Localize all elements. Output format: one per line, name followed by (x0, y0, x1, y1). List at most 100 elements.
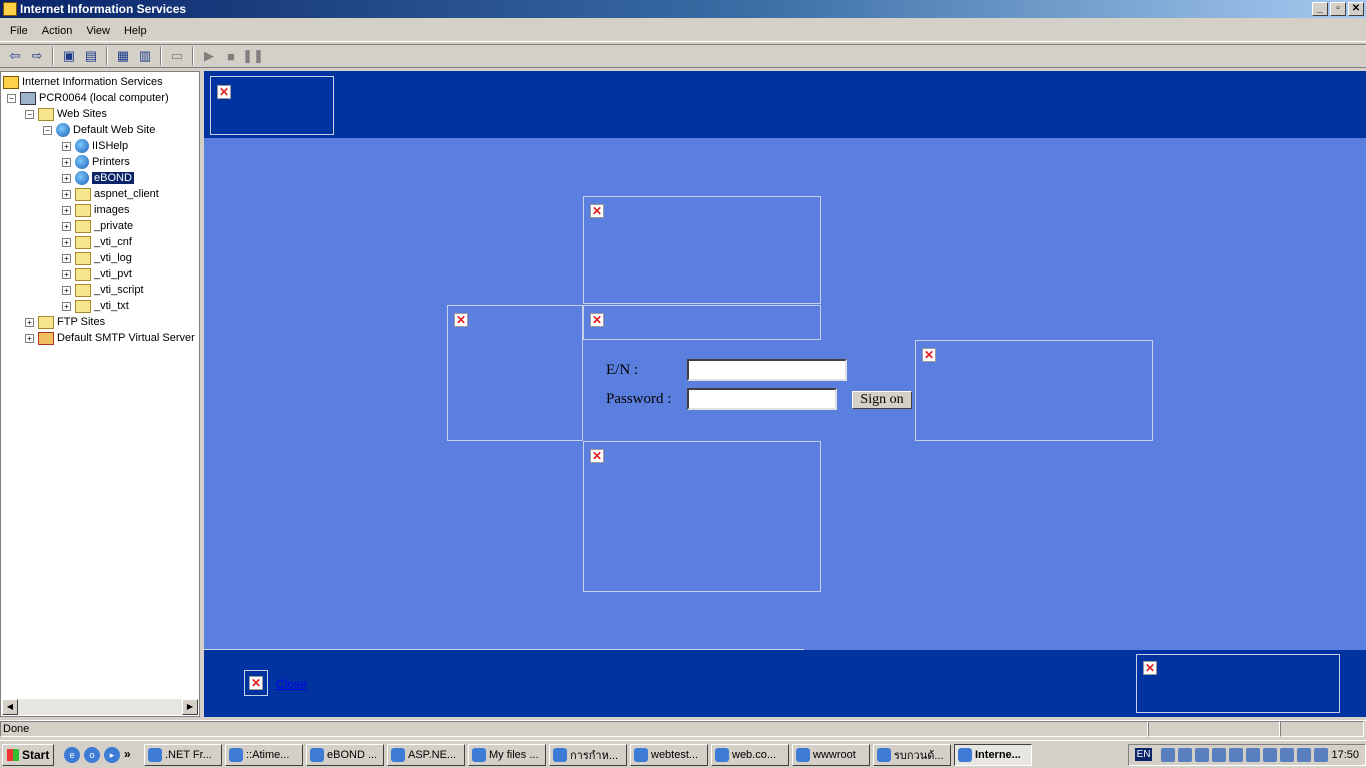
task-webconfig[interactable]: web.co... (711, 743, 789, 766)
tree-item-printers[interactable]: + Printers (62, 154, 130, 170)
toolbar-separator (106, 47, 108, 65)
play-icon[interactable]: ▶ (198, 46, 220, 66)
left-side-image: ✕ (447, 305, 583, 441)
collapse-icon[interactable]: − (7, 93, 16, 103)
tray-icon[interactable] (1229, 747, 1244, 762)
tree-item-vti-cnf[interactable]: + _vti_cnf (62, 234, 132, 250)
expand-icon[interactable]: + (62, 269, 71, 279)
tree-item-ftp-sites[interactable]: + FTP Sites (25, 314, 105, 330)
task-webtest[interactable]: webtest... (630, 743, 708, 766)
tree-item-vti-log[interactable]: + _vti_log (62, 250, 132, 266)
system-tray: EN 17:50 (1127, 743, 1366, 766)
task-thai-1[interactable]: การกำห... (549, 743, 627, 766)
close-button[interactable]: ✕ (1348, 2, 1364, 16)
task-atime[interactable]: ::Atime... (225, 743, 303, 766)
page-header-band: ✕ (204, 71, 1366, 138)
expand-icon[interactable]: + (25, 333, 34, 343)
tray-icon[interactable] (1280, 747, 1295, 762)
expand-icon[interactable]: + (62, 141, 71, 151)
expand-icon[interactable]: + (62, 173, 71, 183)
task-ebond[interactable]: eBOND ... (306, 743, 384, 766)
quick-launch-chevron[interactable]: » (124, 747, 138, 763)
forward-icon[interactable]: ⇨ (26, 46, 48, 66)
tree-item-ebond[interactable]: + eBOND (62, 170, 134, 186)
title-bar: Internet Information Services _ ▫ ✕ (0, 0, 1366, 18)
tree-item-iishelp[interactable]: + IISHelp (62, 138, 128, 154)
vs-icon (310, 747, 324, 762)
language-indicator[interactable]: EN (1134, 748, 1153, 761)
tree-item-vti-script[interactable]: + _vti_script (62, 282, 144, 298)
task-wwwroot[interactable]: wwwroot (792, 743, 870, 766)
media-player-icon[interactable]: ▸ (104, 746, 120, 763)
password-input[interactable] (687, 388, 837, 410)
expand-icon[interactable]: + (62, 237, 71, 247)
clock[interactable]: 17:50 (1331, 749, 1359, 761)
expand-icon[interactable]: + (62, 285, 71, 295)
ie-icon[interactable]: e (64, 746, 80, 763)
computer-icon[interactable]: ▭ (166, 46, 188, 66)
scroll-left-icon[interactable]: ◀ (2, 699, 18, 715)
tree-item-smtp[interactable]: + Default SMTP Virtual Server (25, 330, 195, 346)
tree-item-vti-txt[interactable]: + _vti_txt (62, 298, 129, 314)
export-icon[interactable]: ▥ (134, 46, 156, 66)
windows-logo-icon (7, 748, 19, 761)
smtp-server-icon (38, 331, 54, 345)
start-button[interactable]: Start (2, 743, 54, 766)
sign-on-button[interactable]: Sign on (852, 391, 912, 409)
horizontal-scrollbar[interactable]: ◀ ▶ (2, 699, 198, 715)
collapse-icon[interactable]: − (25, 109, 34, 119)
expand-icon[interactable]: + (62, 253, 71, 263)
expand-icon[interactable]: + (62, 205, 71, 215)
expand-icon[interactable]: + (62, 221, 71, 231)
task-my-files[interactable]: My files ... (468, 743, 546, 766)
tray-icon[interactable] (1178, 747, 1193, 762)
tree-item-default-web-site[interactable]: − Default Web Site (43, 122, 155, 138)
scroll-right-icon[interactable]: ▶ (182, 699, 198, 715)
pause-icon[interactable]: ❚❚ (242, 46, 264, 66)
scroll-track[interactable] (18, 699, 182, 715)
expand-icon[interactable]: + (62, 301, 71, 311)
menu-help[interactable]: Help (117, 25, 154, 37)
show-hide-tree-icon[interactable]: ▤ (80, 46, 102, 66)
tree-item-root[interactable]: Internet Information Services (3, 74, 163, 90)
task-label: web.co... (732, 748, 777, 761)
web-app-icon (75, 171, 89, 185)
task-thai-2[interactable]: รบกวนด้... (873, 743, 951, 766)
collapse-icon[interactable]: − (43, 125, 52, 135)
menu-action[interactable]: Action (35, 25, 80, 37)
up-icon[interactable]: ▣ (58, 46, 80, 66)
task-aspnet[interactable]: ASP.NE... (387, 743, 465, 766)
task-dotnet[interactable]: .NET Fr... (144, 743, 222, 766)
menu-view[interactable]: View (79, 25, 117, 37)
properties-icon[interactable]: ▦ (112, 46, 134, 66)
tray-icon[interactable] (1314, 747, 1329, 762)
tree-item-computer[interactable]: − PCR0064 (local computer) (7, 90, 169, 106)
menu-file[interactable]: File (3, 25, 35, 37)
task-iis[interactable]: Interne... (954, 743, 1032, 766)
tree-item-web-sites[interactable]: − Web Sites (25, 106, 107, 122)
tray-icon[interactable] (1161, 747, 1176, 762)
expand-icon[interactable]: + (25, 317, 34, 327)
tree-item-aspnet-client[interactable]: + aspnet_client (62, 186, 159, 202)
tree-pane: Internet Information Services − PCR0064 … (0, 71, 200, 717)
expand-icon[interactable]: + (62, 157, 71, 167)
close-link[interactable]: Close (276, 677, 307, 691)
tree-item-vti-pvt[interactable]: + _vti_pvt (62, 266, 132, 282)
task-label: การกำห... (570, 749, 619, 762)
outlook-icon[interactable]: o (84, 746, 100, 763)
task-label: .NET Fr... (165, 748, 212, 761)
restore-button[interactable]: ▫ (1330, 2, 1346, 16)
volume-icon[interactable] (1297, 747, 1312, 762)
back-icon[interactable]: ⇦ (4, 46, 26, 66)
tray-icon[interactable] (1246, 747, 1261, 762)
tree-item-private[interactable]: + _private (62, 218, 133, 234)
tray-icon[interactable] (1195, 747, 1210, 762)
ie-icon (148, 747, 162, 762)
tree-item-images[interactable]: + images (62, 202, 129, 218)
en-input[interactable] (687, 359, 847, 381)
minimize-button[interactable]: _ (1312, 2, 1328, 16)
tray-icon[interactable] (1263, 747, 1278, 762)
tray-icon[interactable] (1212, 747, 1227, 762)
stop-icon[interactable]: ■ (220, 46, 242, 66)
expand-icon[interactable]: + (62, 189, 71, 199)
